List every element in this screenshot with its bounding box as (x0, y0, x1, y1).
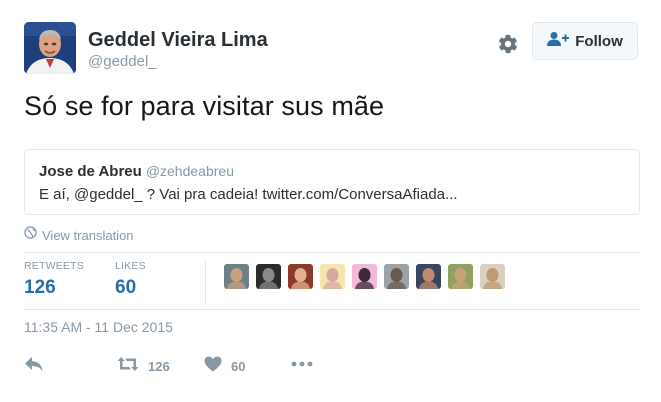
tweet-text: Só se for para visitar sus mãe (24, 91, 385, 121)
user-handle[interactable]: @geddel_ (88, 53, 157, 70)
liker-avatar[interactable] (320, 264, 345, 289)
gear-icon[interactable] (497, 33, 519, 55)
user-name[interactable]: Geddel Vieira Lima (88, 29, 268, 52)
liker-avatar[interactable] (416, 264, 441, 289)
likes-stat[interactable]: LIKES 60 (115, 260, 146, 299)
retweets-stat[interactable]: RETWEETS 126 (24, 260, 84, 299)
divider (24, 309, 640, 310)
quoted-author-handle: @zehdeabreu (145, 163, 234, 179)
liker-avatar[interactable] (256, 264, 281, 289)
follow-person-plus-icon (547, 31, 570, 52)
retweet-button[interactable]: 126 (117, 356, 170, 377)
quoted-author: Jose de Abreu @zehdeabreu (39, 163, 234, 180)
liker-avatar[interactable] (384, 264, 409, 289)
quoted-text: E aí, @geddel_ ? Vai pra cadeia! twitter… (39, 186, 458, 203)
retweet-icon (117, 356, 139, 377)
retweet-count: 126 (148, 359, 170, 374)
heart-icon (204, 356, 222, 377)
like-button[interactable]: 60 (204, 356, 245, 377)
stats-separator (205, 260, 206, 304)
reply-button[interactable] (24, 356, 44, 377)
avatar[interactable] (24, 22, 76, 74)
quoted-tweet[interactable]: Jose de Abreu @zehdeabreu E aí, @geddel_ … (24, 149, 640, 215)
follow-label: Follow (575, 32, 623, 50)
view-translation-link[interactable]: View translation (24, 226, 134, 244)
reply-icon (24, 356, 44, 377)
liker-avatar[interactable] (288, 264, 313, 289)
view-translation-label: View translation (42, 227, 134, 243)
like-count: 60 (231, 359, 246, 374)
retweets-label: RETWEETS (24, 260, 84, 272)
more-button[interactable] (290, 357, 314, 376)
timestamp[interactable]: 11:35 AM - 11 Dec 2015 (24, 319, 173, 335)
liker-avatars (224, 264, 505, 289)
liker-avatar[interactable] (352, 264, 377, 289)
quoted-author-name: Jose de Abreu (39, 163, 142, 180)
likes-label: LIKES (115, 260, 146, 272)
likes-count: 60 (115, 277, 137, 298)
retweets-count: 126 (24, 277, 56, 298)
divider (24, 252, 640, 253)
more-icon (290, 357, 314, 376)
follow-button[interactable]: Follow (532, 22, 638, 60)
liker-avatar[interactable] (448, 264, 473, 289)
globe-icon (24, 226, 37, 244)
avatar-photo (24, 22, 76, 74)
liker-avatar[interactable] (480, 264, 505, 289)
liker-avatar[interactable] (224, 264, 249, 289)
